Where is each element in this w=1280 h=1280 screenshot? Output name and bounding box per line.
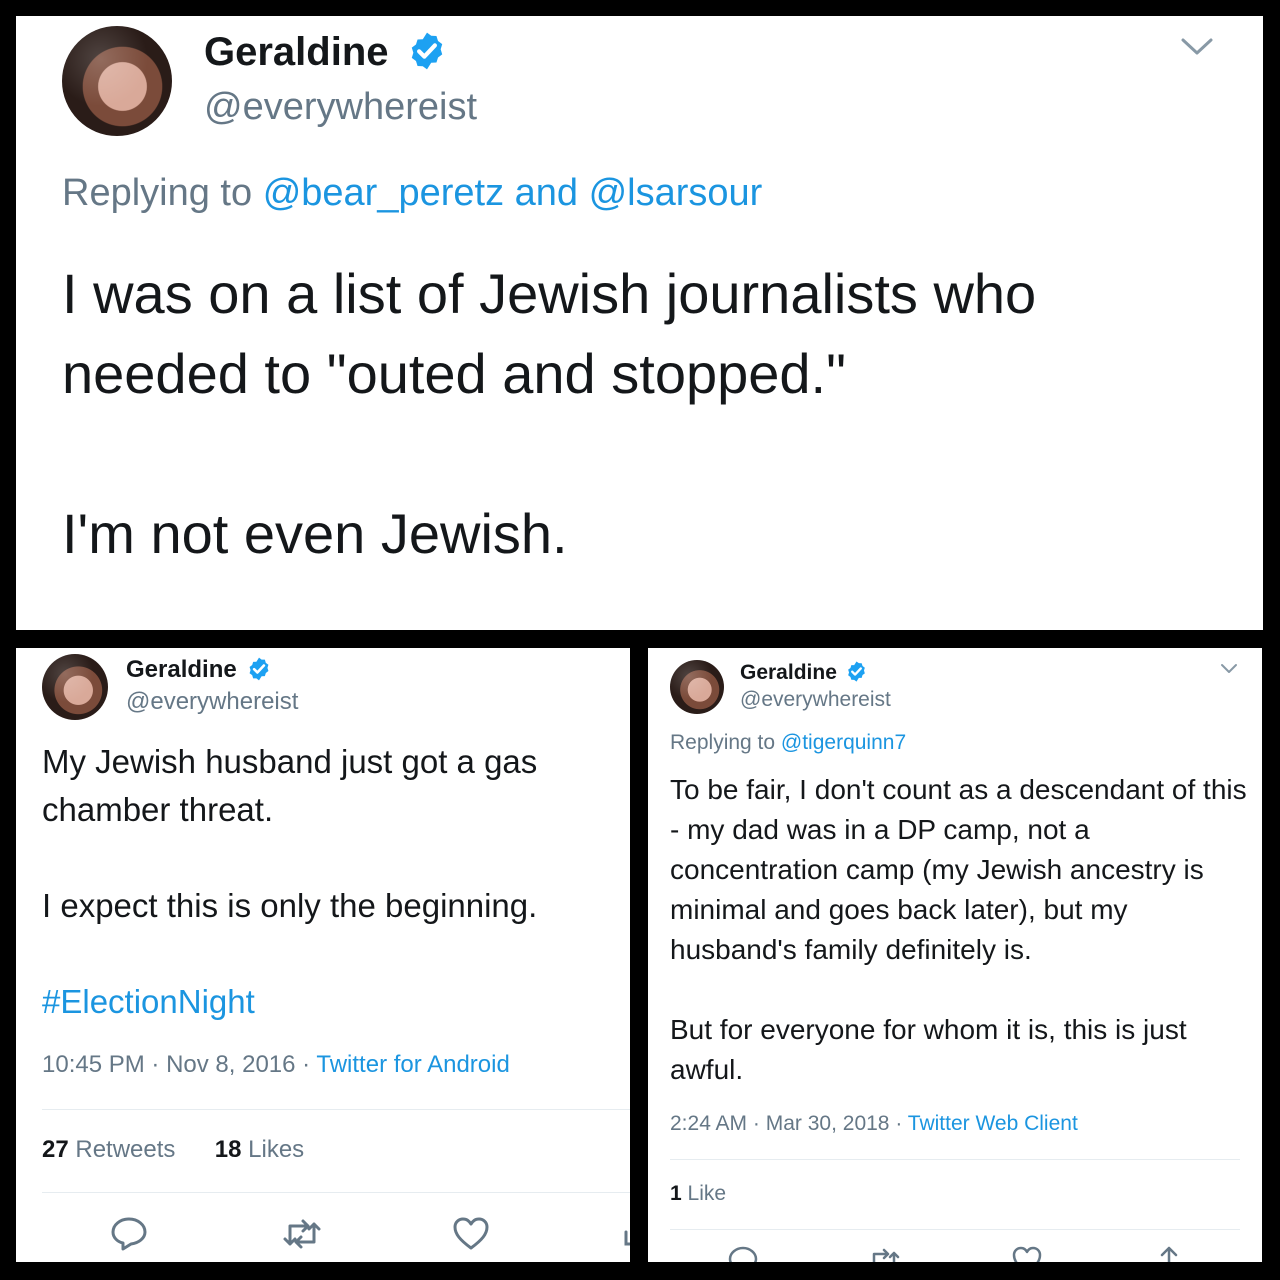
- replying-to: Replying to @tigerquinn7: [670, 731, 907, 754]
- tweet-source-link[interactable]: Twitter Web Client: [908, 1112, 1078, 1135]
- avatar[interactable]: [42, 654, 108, 720]
- retweets-stat[interactable]: 27 Retweets: [42, 1136, 175, 1163]
- share-icon[interactable]: [622, 1230, 630, 1255]
- avatar[interactable]: [62, 26, 172, 136]
- share-icon[interactable]: [1156, 1246, 1182, 1262]
- avatar[interactable]: [670, 660, 724, 714]
- user-handle[interactable]: @everywhereist: [204, 86, 477, 129]
- tweet-paragraph: But for everyone for whom it is, this is…: [670, 1014, 1187, 1085]
- chevron-down-icon[interactable]: [1180, 36, 1214, 63]
- tweet-paragraph: I was on a list of Jewish journalists wh…: [62, 262, 1037, 405]
- replying-to: Replying to @bear_peretz and @lsarsour: [62, 172, 763, 214]
- display-name[interactable]: Geraldine: [126, 656, 272, 684]
- tweet-timestamp: 10:45 PM · Nov 8, 2016 · Twitter for And…: [42, 1051, 510, 1078]
- tweet-paragraph: I expect this is only the beginning.: [42, 887, 538, 924]
- tweet-paragraph: My Jewish husband just got a gas chamber…: [42, 743, 538, 828]
- hashtag-link[interactable]: #ElectionNight: [42, 978, 612, 1026]
- tweet-paragraph: To be fair, I don't count as a descendan…: [670, 774, 1247, 965]
- user-handle[interactable]: @everywhereist: [126, 688, 298, 716]
- tweet-paragraph: I'm not even Jewish.: [62, 502, 568, 565]
- like-icon[interactable]: [452, 1216, 490, 1257]
- reply-mention-link[interactable]: @tigerquinn7: [781, 731, 906, 754]
- likes-stat[interactable]: 1 Like: [670, 1182, 726, 1205]
- display-name[interactable]: Geraldine: [204, 30, 448, 75]
- divider: [42, 1192, 630, 1193]
- divider: [42, 1109, 630, 1110]
- tweet-stats: 1 Like: [670, 1182, 726, 1206]
- tweet-text: My Jewish husband just got a gas chamber…: [42, 738, 612, 1026]
- user-handle[interactable]: @everywhereist: [740, 688, 891, 712]
- tweet-card-right: Geraldine @everywhereist Replying to @ti…: [648, 648, 1262, 1262]
- tweet-card-left: Geraldine @everywhereist My Jewish husba…: [16, 648, 630, 1262]
- reply-mention-link[interactable]: @lsarsour: [589, 172, 763, 214]
- display-name[interactable]: Geraldine: [740, 661, 868, 685]
- divider: [670, 1159, 1240, 1160]
- retweet-icon[interactable]: [868, 1248, 900, 1262]
- tweet-source-link[interactable]: Twitter for Android: [316, 1051, 509, 1078]
- retweet-icon[interactable]: [282, 1218, 322, 1255]
- chevron-down-icon[interactable]: [1220, 662, 1238, 680]
- verified-badge-icon: [845, 660, 868, 683]
- reply-mention-link[interactable]: @bear_peretz: [263, 172, 504, 214]
- reply-icon[interactable]: [728, 1246, 758, 1262]
- tweet-text: I was on a list of Jewish journalists wh…: [62, 254, 1222, 574]
- reply-icon[interactable]: [110, 1216, 148, 1257]
- verified-badge-icon: [406, 30, 448, 72]
- tweet-card-top: Geraldine @everywhereist Replying to @be…: [16, 16, 1263, 630]
- tweet-timestamp: 2:24 AM · Mar 30, 2018 · Twitter Web Cli…: [670, 1112, 1078, 1135]
- verified-badge-icon: [246, 656, 272, 682]
- likes-stat[interactable]: 18 Likes: [215, 1136, 304, 1163]
- like-icon[interactable]: [1012, 1246, 1042, 1262]
- tweet-stats: 27 Retweets 18 Likes: [42, 1136, 304, 1164]
- divider: [670, 1229, 1240, 1230]
- tweet-text: To be fair, I don't count as a descendan…: [670, 770, 1250, 1090]
